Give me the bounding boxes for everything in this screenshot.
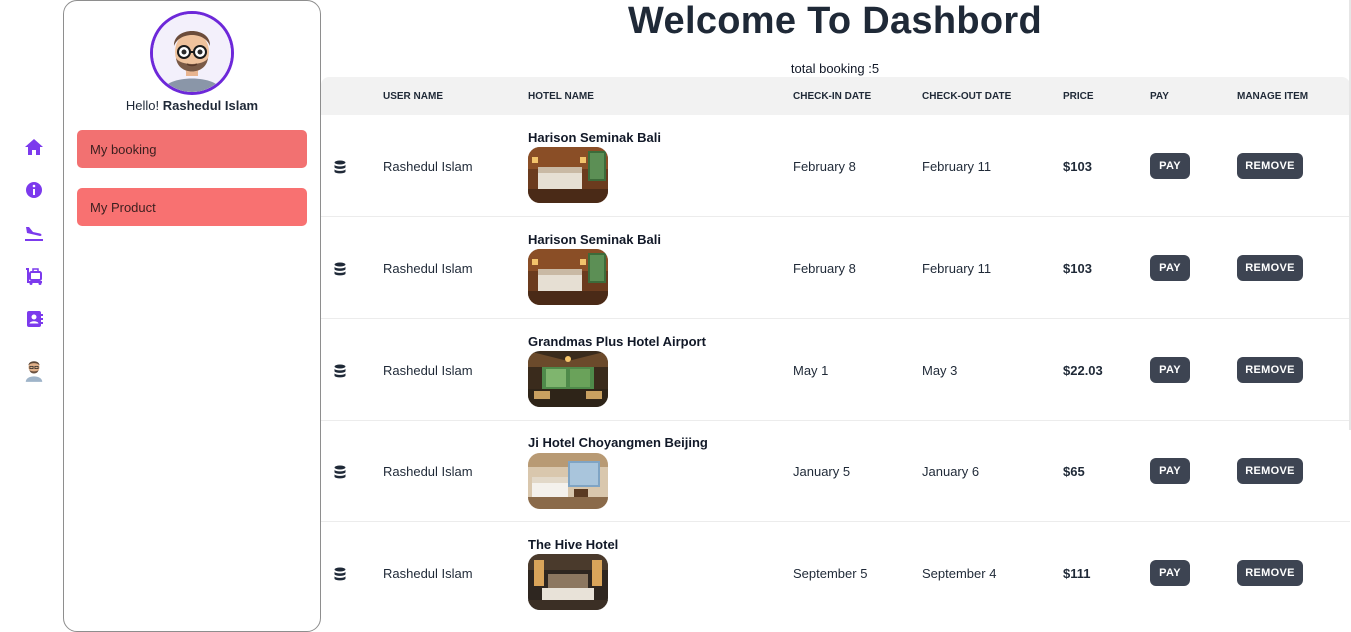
price-cell: $103: [1063, 261, 1092, 276]
hotel-room-photo: [528, 249, 608, 305]
header-check-in: CHECK-IN DATE: [793, 91, 872, 102]
header-manage-item: MANAGE ITEM: [1237, 91, 1309, 102]
greeting-text: Hello! Rashedul Islam: [64, 98, 320, 113]
check-out-cell: May 3: [922, 363, 958, 378]
hotel-room-photo: [528, 453, 608, 509]
header-price: PRICE: [1063, 91, 1094, 102]
hotel-name-cell: Ji Hotel Choyangmen Beijing: [528, 435, 708, 450]
user-name-cell: Rashedul Islam: [383, 464, 473, 479]
database-icon: [334, 262, 346, 276]
user-avatar-icon[interactable]: [22, 358, 46, 382]
check-out-cell: January 6: [922, 464, 980, 479]
check-out-cell: February 11: [922, 261, 992, 276]
profile-sidebar: Hello! Rashedul Islam My booking My Prod…: [63, 0, 321, 632]
hotel-name-cell: Harison Seminak Bali: [528, 232, 661, 247]
check-in-cell: February 8: [793, 159, 856, 174]
home-icon[interactable]: [22, 135, 46, 159]
hotel-name-cell: Grandmas Plus Hotel Airport: [528, 334, 706, 349]
check-in-cell: September 5: [793, 566, 868, 581]
user-name-cell: Rashedul Islam: [383, 566, 473, 581]
price-cell: $111: [1063, 566, 1091, 581]
icon-rail: [0, 0, 64, 624]
header-check-out: CHECK-OUT DATE: [922, 91, 1012, 102]
remove-button[interactable]: REMOVE: [1237, 458, 1303, 484]
greeting-label: Hello!: [125, 98, 160, 113]
price-cell: $22.03: [1063, 363, 1103, 378]
database-icon: [334, 364, 346, 378]
hotel-lobby-photo: [528, 351, 608, 407]
price-cell: $103: [1063, 159, 1092, 174]
check-in-cell: May 1: [793, 363, 829, 378]
my-booking-button[interactable]: My booking: [77, 130, 307, 168]
table-row: Rashedul Islam The Hive Hotel September …: [321, 522, 1350, 624]
check-in-cell: February 8: [793, 261, 856, 276]
pay-button[interactable]: PAY: [1150, 357, 1190, 383]
hotel-room-photo: [528, 554, 608, 610]
pay-button[interactable]: PAY: [1150, 255, 1190, 281]
hotel-room-photo: [528, 147, 608, 203]
database-icon: [334, 160, 346, 174]
database-icon: [334, 567, 346, 581]
info-icon[interactable]: [22, 178, 46, 202]
address-book-icon[interactable]: [22, 307, 46, 331]
user-name: Rashedul Islam: [162, 98, 259, 113]
table-row: Rashedul Islam Harison Seminak Bali Febr…: [321, 115, 1350, 217]
pay-button[interactable]: PAY: [1150, 153, 1190, 179]
header-hotel-name: HOTEL NAME: [528, 91, 594, 102]
my-product-button[interactable]: My Product: [77, 188, 307, 226]
table-row: Rashedul Islam Ji Hotel Choyangmen Beiji…: [321, 421, 1350, 522]
table-row: Rashedul Islam Grandmas Plus Hotel Airpo…: [321, 319, 1350, 421]
hotel-name-cell: Harison Seminak Bali: [528, 130, 661, 145]
user-name-cell: Rashedul Islam: [383, 159, 473, 174]
hotel-name-cell: The Hive Hotel: [528, 537, 619, 552]
pay-button[interactable]: PAY: [1150, 458, 1190, 484]
check-out-cell: February 11: [922, 159, 992, 174]
remove-button[interactable]: REMOVE: [1237, 153, 1303, 179]
user-name-cell: Rashedul Islam: [383, 363, 473, 378]
luggage-cart-icon[interactable]: [22, 264, 46, 288]
page-title: Welcome To Dashbord: [628, 0, 1042, 42]
table-row: Rashedul Islam Harison Seminak Bali Febr…: [321, 217, 1350, 319]
user-name-cell: Rashedul Islam: [383, 261, 473, 276]
profile-avatar: [150, 11, 234, 95]
remove-button[interactable]: REMOVE: [1237, 357, 1303, 383]
table-header: USER NAME HOTEL NAME CHECK-IN DATE CHECK…: [321, 77, 1350, 115]
check-in-cell: January 5: [793, 464, 851, 479]
check-out-cell: September 4: [922, 566, 997, 581]
pay-button[interactable]: PAY: [1150, 560, 1190, 586]
price-cell: $65: [1063, 464, 1085, 479]
plane-landing-icon[interactable]: [22, 221, 46, 245]
database-icon: [334, 465, 346, 479]
header-pay: PAY: [1150, 91, 1169, 102]
remove-button[interactable]: REMOVE: [1237, 560, 1303, 586]
total-booking-count: total booking :5: [790, 61, 880, 76]
remove-button[interactable]: REMOVE: [1237, 255, 1303, 281]
header-user-name: USER NAME: [383, 91, 444, 102]
